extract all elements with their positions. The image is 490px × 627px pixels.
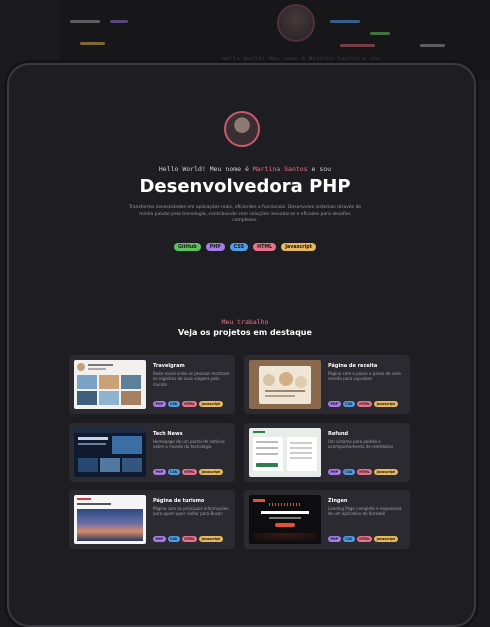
background-caption: Hello World! Meu nome é Martina Santos e… xyxy=(222,56,381,63)
project-tags: PHP CSS HTML Javascript xyxy=(153,401,223,407)
tag-css: CSS xyxy=(342,401,355,407)
project-card-zingen[interactable]: Zingen Landing Page completa e responsiv… xyxy=(244,490,410,549)
project-description: Rede social onde as pessoas mostram os r… xyxy=(153,371,230,387)
tag-html: HTML xyxy=(181,536,198,542)
tag-html: HTML xyxy=(356,469,373,475)
project-tags: PHP CSS HTML Javascript xyxy=(328,536,398,542)
project-thumbnail xyxy=(249,360,321,409)
tag-css: CSS xyxy=(342,469,355,475)
project-description: Página com as principais informações par… xyxy=(153,506,229,517)
page-title: Desenvolvedora PHP xyxy=(139,176,351,197)
code-line xyxy=(370,32,390,35)
tag-php: PHP xyxy=(153,536,166,542)
tag-php: PHP xyxy=(153,401,166,407)
tag-javascript: Javascript xyxy=(199,536,223,542)
tag-javascript: Javascript xyxy=(374,469,398,475)
project-card-refund[interactable]: Refund Um sistema para pedido e acompanh… xyxy=(244,423,410,482)
tag-github[interactable]: GitHub xyxy=(173,243,201,251)
avatar xyxy=(224,111,260,147)
project-title: Página de turismo xyxy=(153,498,205,504)
tag-css: CSS xyxy=(167,536,180,542)
project-card-receita[interactable]: Página de receita Página com o passo a p… xyxy=(244,355,410,414)
project-title: Refund xyxy=(328,431,349,437)
tag-php: PHP xyxy=(205,243,225,251)
tag-css: CSS xyxy=(229,243,249,251)
tag-html: HTML xyxy=(181,469,198,475)
tag-html: HTML xyxy=(181,401,198,407)
tag-html: HTML xyxy=(253,243,277,251)
code-line xyxy=(70,20,100,23)
tag-javascript: Javascript xyxy=(199,469,223,475)
tag-html: HTML xyxy=(356,401,373,407)
project-tags: PHP CSS HTML Javascript xyxy=(328,469,398,475)
project-title: Página de receita xyxy=(328,363,378,369)
tag-javascript: Javascript xyxy=(199,401,223,407)
project-title: Tech News xyxy=(153,431,183,437)
project-thumbnail xyxy=(249,495,321,544)
code-line xyxy=(420,44,445,47)
project-tags: PHP CSS HTML Javascript xyxy=(153,536,223,542)
project-card-travelgram[interactable]: Travelgram Rede social onde as pessoas m… xyxy=(69,355,235,414)
hero-description: Transformo necessidades em aplicações re… xyxy=(128,205,362,223)
project-thumbnail xyxy=(74,360,146,409)
project-card-turismo[interactable]: Página de turismo Página com as principa… xyxy=(69,490,235,549)
project-thumbnail xyxy=(249,428,321,477)
project-title: Travelgram xyxy=(153,363,185,369)
project-description: Um sistema para pedido e acompanhamento … xyxy=(328,439,393,450)
skill-tags: GitHub PHP CSS HTML Javascript xyxy=(0,243,490,251)
tag-css: CSS xyxy=(167,401,180,407)
tag-php: PHP xyxy=(328,401,341,407)
tag-html: HTML xyxy=(356,536,373,542)
code-line xyxy=(80,42,105,45)
tag-php: PHP xyxy=(328,536,341,542)
project-title: Zingen xyxy=(328,498,348,504)
project-card-tech-news[interactable]: Tech News Homepage de um portal de notíc… xyxy=(69,423,235,482)
project-thumbnail xyxy=(74,428,146,477)
project-description: Homepage de um portal de notícias sobre … xyxy=(153,439,225,450)
code-line xyxy=(340,44,375,47)
project-tags: PHP CSS HTML Javascript xyxy=(153,469,223,475)
tag-css: CSS xyxy=(342,536,355,542)
greeting: Hello World! Meu nome é Martina Santos e… xyxy=(0,165,490,173)
project-tags: PHP CSS HTML Javascript xyxy=(328,401,398,407)
code-line xyxy=(330,20,360,23)
tag-javascript: Javascript xyxy=(281,243,317,251)
tag-php: PHP xyxy=(153,469,166,475)
background-avatar xyxy=(277,4,315,42)
greeting-name: Martina Santos xyxy=(252,165,308,173)
tag-javascript: Javascript xyxy=(374,536,398,542)
project-description: Landing Page completa e responsiva de um… xyxy=(328,506,402,517)
tag-css: CSS xyxy=(167,469,180,475)
greeting-prefix: Hello World! Meu nome é xyxy=(158,165,249,173)
tag-php: PHP xyxy=(328,469,341,475)
project-description: Página com o passo a passo de uma receit… xyxy=(328,371,401,382)
greeting-suffix: e sou xyxy=(311,165,332,173)
projects-label: Meu trabalho xyxy=(221,318,269,326)
code-line xyxy=(110,20,128,23)
projects-title: Veja os projetos em destaque xyxy=(178,328,312,337)
project-thumbnail xyxy=(74,495,146,544)
tag-javascript: Javascript xyxy=(374,401,398,407)
